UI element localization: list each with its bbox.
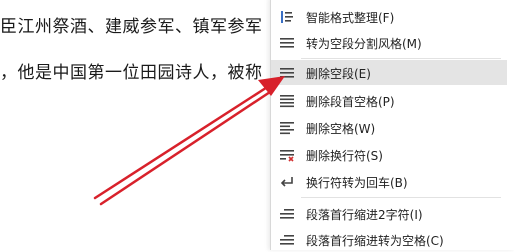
menu-item-label: 段落首行缩进2字符(I) (306, 208, 423, 222)
linebreak-to-return-icon (279, 174, 295, 190)
menu-item-label: 删除空格(W) (306, 122, 376, 136)
document-text-line-2: ，他是中国第一位田园诗人，被称 (0, 63, 263, 83)
menu-item-delete-leading-space[interactable]: 删除段首空格(P) (271, 88, 507, 113)
menu-item-first-line-indent[interactable]: 段落首行缩进2字符(I) (271, 201, 507, 226)
menu-item-label: 换行符转为回车(B) (306, 176, 408, 190)
menu-item-indent-to-space[interactable]: 段落首行缩进转为空格(C) (271, 227, 507, 252)
delete-empty-paragraph-icon (279, 65, 295, 81)
menu-item-smart-format[interactable]: 智能格式整理(F) (271, 4, 507, 29)
menu-item-label: 删除段首空格(P) (306, 95, 395, 109)
menu-separator (301, 58, 501, 59)
menu-item-label: 转为空段分割风格(M) (306, 37, 422, 51)
delete-leading-space-icon (279, 93, 295, 109)
menu-item-label: 段落首行缩进转为空格(C) (306, 234, 444, 248)
delete-space-icon (279, 120, 295, 136)
document-text-line-1: 臣江州祭酒、建威参军、镇军参军 (0, 17, 263, 37)
menu-item-delete-linebreak[interactable]: 删除换行符(S) (271, 142, 507, 167)
menu-item-linebreak-to-return[interactable]: 换行符转为回车(B) (271, 169, 507, 194)
menu-separator (301, 197, 501, 198)
indent-to-space-icon (279, 232, 295, 248)
paragraph-split-icon (279, 35, 295, 51)
smart-format-icon (279, 9, 295, 25)
text-tools-context-menu: 智能格式整理(F) 转为空段分割风格(M) 删除空段(E) 删除段首空格(P) … (270, 0, 514, 250)
delete-linebreak-icon (279, 147, 295, 163)
first-line-indent-icon (279, 206, 295, 222)
menu-item-paragraph-split[interactable]: 转为空段分割风格(M) (271, 30, 507, 55)
menu-item-delete-empty-paragraph[interactable]: 删除空段(E) (271, 60, 507, 85)
menu-item-label: 删除空段(E) (306, 67, 371, 81)
menu-item-label: 智能格式整理(F) (306, 11, 395, 25)
red-arrow-annotation (93, 76, 285, 206)
menu-item-label: 删除换行符(S) (306, 149, 383, 163)
menu-item-delete-space[interactable]: 删除空格(W) (271, 115, 507, 140)
